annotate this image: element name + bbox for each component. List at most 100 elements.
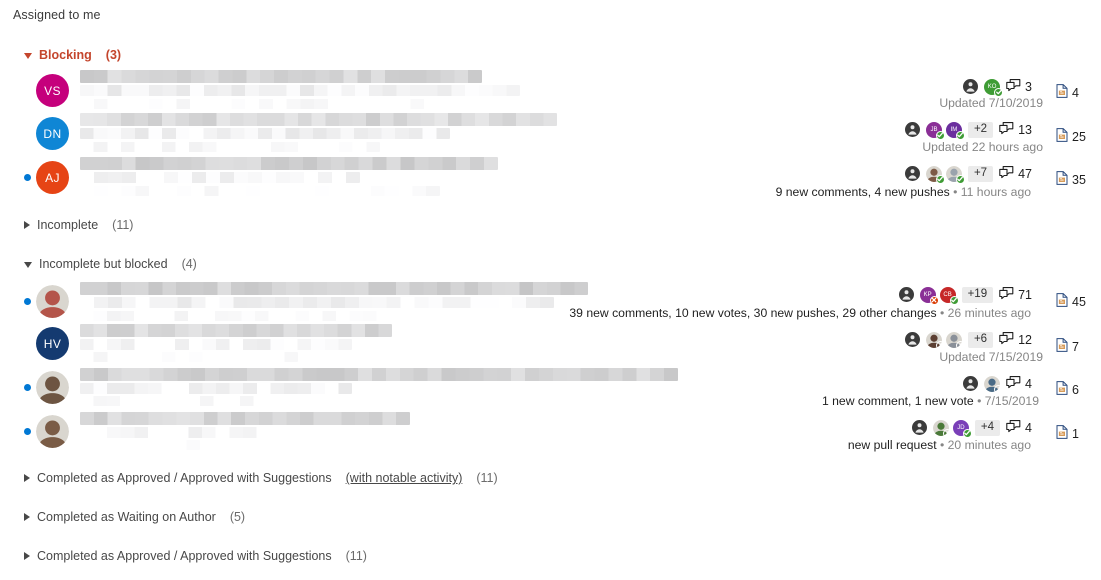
file-diff-icon xyxy=(1056,338,1068,355)
reviewer-avatar[interactable] xyxy=(984,375,1004,394)
comment-count-group: 12 xyxy=(999,331,1032,348)
chevron-right-icon[interactable] xyxy=(24,474,30,482)
group-header-label: Blocking xyxy=(39,48,92,62)
group-header-incomplete-but-blocked[interactable]: Incomplete but blocked (4) xyxy=(24,257,197,271)
file-count: 35 xyxy=(1072,172,1086,187)
comment-count: 12 xyxy=(1018,332,1032,347)
avatar[interactable]: DN xyxy=(36,117,69,150)
row-status-line: 1 new comment, 1 new vote • 7/15/2019 xyxy=(822,394,1039,408)
reviewer-overflow-badge[interactable]: +2 xyxy=(967,121,994,138)
comment-count: 3 xyxy=(1025,79,1032,94)
redacted-text xyxy=(80,282,588,295)
comment-bubbles-icon xyxy=(1006,78,1021,91)
redacted-text xyxy=(80,324,392,337)
file-diff-icon xyxy=(1056,84,1068,98)
group-header-notable-activity-link[interactable]: (with notable activity) xyxy=(346,471,463,485)
file-count: 6 xyxy=(1072,382,1079,397)
reviewer-avatar[interactable]: JB xyxy=(925,121,945,140)
reviewer-avatar[interactable]: KO xyxy=(984,78,1004,97)
group-header-count: (11) xyxy=(345,549,367,563)
file-diff-icon xyxy=(1056,425,1068,442)
person-icon xyxy=(904,122,920,137)
row-meta: JB IM +2 13 xyxy=(904,121,1032,140)
reviewer-overflow-badge[interactable]: +19 xyxy=(961,286,994,303)
comment-bubbles-icon xyxy=(999,121,1014,134)
chevron-right-icon[interactable] xyxy=(24,221,30,229)
page-title: Assigned to me xyxy=(13,8,101,22)
chevron-down-icon[interactable] xyxy=(24,262,32,268)
reviewer-overflow-badge[interactable]: +4 xyxy=(974,419,1001,436)
group-header-completed-waiting-on-author[interactable]: Completed as Waiting on Author (5) xyxy=(24,510,245,524)
comment-bubbles-icon xyxy=(999,331,1014,344)
reviewer-avatar[interactable]: CB xyxy=(939,286,959,305)
file-count-group: 25 xyxy=(1056,128,1086,145)
comment-bubbles-icon xyxy=(1006,375,1021,392)
group-header-completed-approved-notable[interactable]: Completed as Approved / Approved with Su… xyxy=(24,471,498,485)
redacted-text xyxy=(80,339,352,350)
avatar[interactable]: AJ xyxy=(36,161,69,194)
person-icon xyxy=(898,287,914,302)
comment-count: 4 xyxy=(1025,420,1032,435)
person-icon xyxy=(898,287,914,302)
avatar[interactable] xyxy=(36,415,69,448)
avatar[interactable] xyxy=(36,285,69,318)
redacted-text xyxy=(80,368,678,381)
pull-request-dashboard: Assigned to me Blocking (3) Incomplete (1… xyxy=(0,0,1101,580)
file-count: 45 xyxy=(1072,294,1086,309)
person-icon xyxy=(963,79,979,94)
file-diff-icon xyxy=(1056,128,1068,145)
avatar-initials: DN xyxy=(43,126,62,141)
vote-badge-approve xyxy=(935,174,945,184)
chevron-right-icon[interactable] xyxy=(24,513,30,521)
row-timestamp: 7/15/2019 xyxy=(984,394,1039,408)
unread-indicator-dot xyxy=(24,298,31,305)
avatar-photo xyxy=(36,371,69,404)
reviewer-avatar[interactable] xyxy=(925,331,945,350)
reviewer-avatar[interactable] xyxy=(925,165,945,184)
redacted-text xyxy=(80,70,482,83)
comment-count-group: 71 xyxy=(999,286,1032,303)
group-header-label: Incomplete but blocked xyxy=(39,257,168,271)
avatar[interactable]: VS xyxy=(36,74,69,107)
reviewer-avatar[interactable] xyxy=(945,331,965,350)
reviewer-overflow-badge[interactable]: +7 xyxy=(967,165,994,182)
comment-bubbles-icon xyxy=(999,165,1014,178)
file-diff-icon xyxy=(1056,128,1068,142)
status-separator: • xyxy=(936,306,948,320)
reviewer-avatar[interactable] xyxy=(932,419,952,438)
comment-count: 13 xyxy=(1018,122,1032,137)
reviewers-list: JD xyxy=(932,419,972,438)
avatar-photo xyxy=(36,415,69,448)
avatar[interactable] xyxy=(36,371,69,404)
redacted-text xyxy=(80,186,440,196)
avatar[interactable]: HV xyxy=(36,327,69,360)
group-header-label: Incomplete xyxy=(37,218,99,232)
file-count: 4 xyxy=(1072,85,1079,100)
vote-badge-approve xyxy=(955,130,965,140)
status-separator: • xyxy=(949,185,961,199)
chevron-down-icon[interactable] xyxy=(24,53,32,59)
group-header-blocking[interactable]: Blocking (3) xyxy=(24,48,121,62)
group-header-completed-approved[interactable]: Completed as Approved / Approved with Su… xyxy=(24,549,367,563)
row-status-line: 39 new comments, 10 new votes, 30 new pu… xyxy=(569,306,1031,320)
row-status-line: Updated 22 hours ago xyxy=(922,140,1043,154)
reviewer-avatar[interactable]: IM xyxy=(945,121,965,140)
person-icon xyxy=(904,332,920,347)
chevron-right-icon[interactable] xyxy=(24,552,30,560)
person-icon xyxy=(904,166,920,181)
comment-count: 4 xyxy=(1025,376,1032,391)
row-status-line: Updated 7/15/2019 xyxy=(939,350,1043,364)
row-timestamp: Updated 22 hours ago xyxy=(922,140,1043,154)
reviewer-avatar[interactable] xyxy=(945,165,965,184)
row-timestamp: Updated 7/10/2019 xyxy=(939,96,1043,110)
status-separator: • xyxy=(936,438,948,452)
comment-bubbles-icon xyxy=(1006,375,1021,388)
redacted-text xyxy=(80,85,520,96)
avatar-photo xyxy=(36,285,69,318)
row-meta: KP CB +19 71 xyxy=(898,286,1032,305)
vote-badge-approve xyxy=(962,428,972,438)
reviewer-overflow-badge[interactable]: +6 xyxy=(967,331,994,348)
reviewer-avatar[interactable]: KP xyxy=(919,286,939,305)
group-header-incomplete[interactable]: Incomplete (11) xyxy=(24,218,133,232)
reviewer-avatar[interactable]: JD xyxy=(952,419,972,438)
